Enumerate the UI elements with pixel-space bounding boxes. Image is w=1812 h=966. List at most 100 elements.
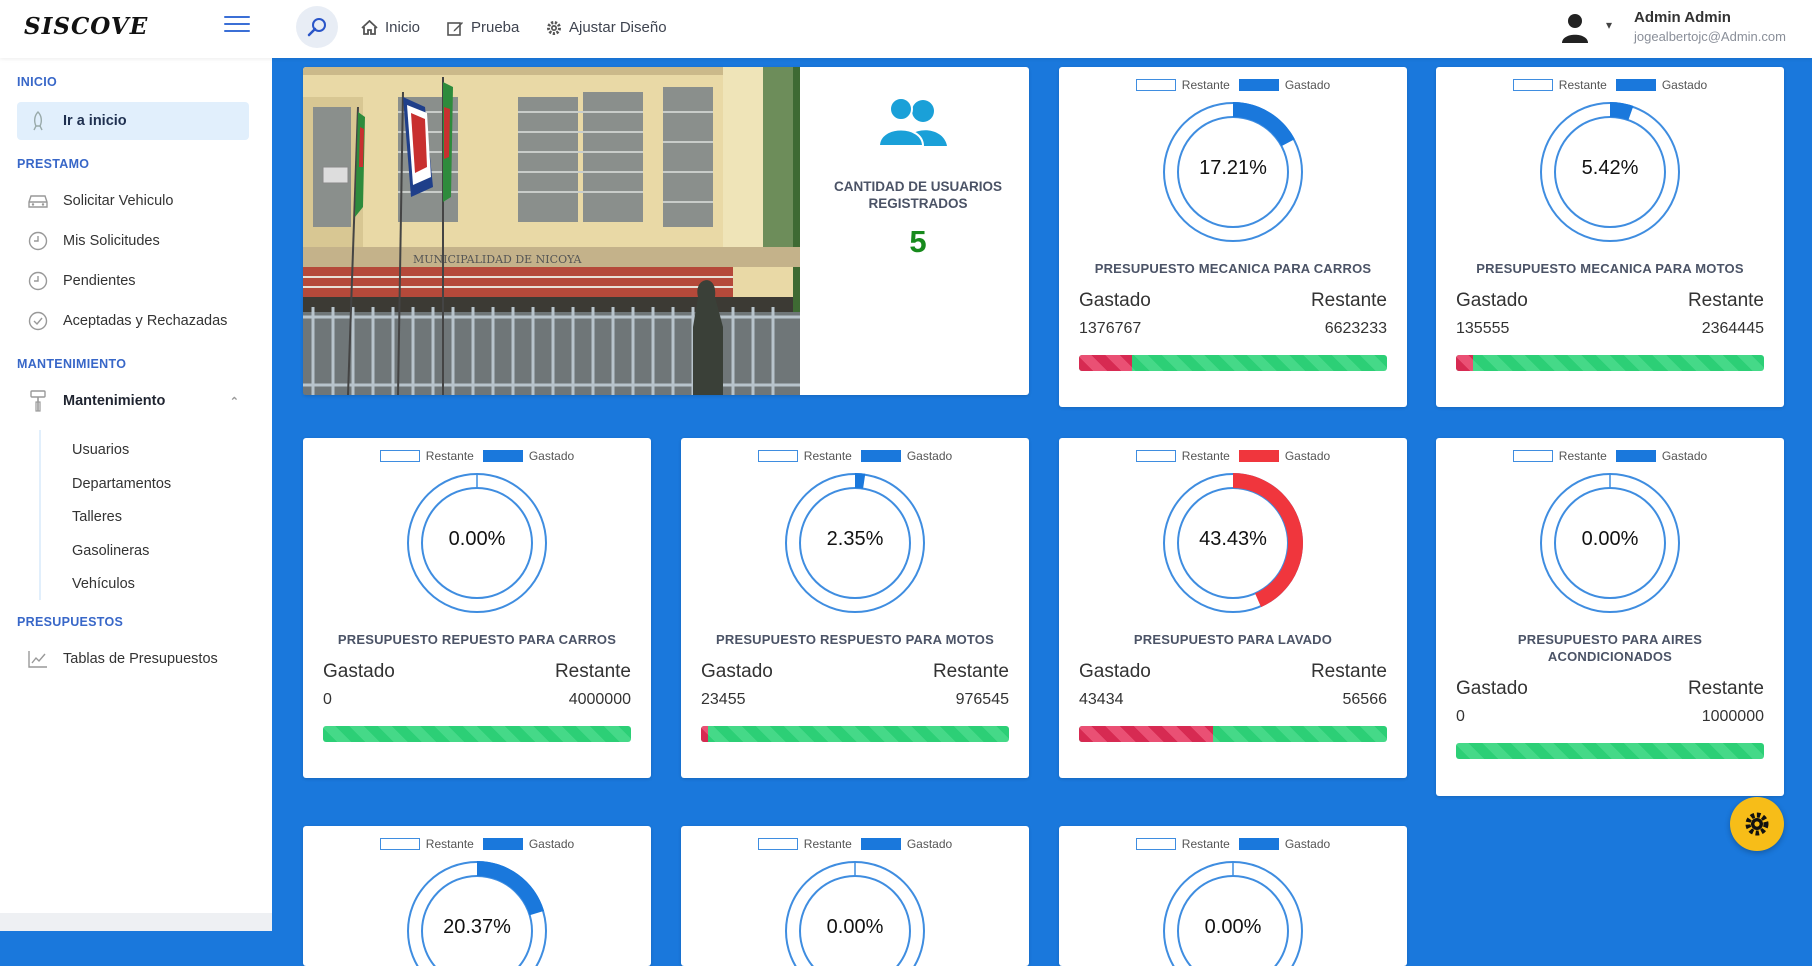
legend-remaining-swatch[interactable] <box>1135 450 1176 462</box>
user-dropdown-chevron-icon[interactable]: ▾ <box>1606 18 1612 32</box>
legend-remaining-label[interactable]: Restante <box>1559 78 1607 92</box>
legend-remaining-label[interactable]: Restante <box>426 449 474 463</box>
sidebar-footer <box>0 913 272 931</box>
budget-progress-bar <box>1456 355 1764 371</box>
legend-remaining-label[interactable]: Restante <box>804 449 852 463</box>
users-icon <box>877 98 947 147</box>
legend-remaining-label[interactable]: Restante <box>1182 837 1230 851</box>
budget-percent: 5.42% <box>1581 157 1639 179</box>
legend-spent-swatch[interactable] <box>1615 79 1656 91</box>
donut-spent-segment[interactable] <box>855 473 866 489</box>
sidebar-subitem-vehiculos[interactable]: Vehículos <box>72 576 135 592</box>
spent-label: Gastado <box>1079 290 1151 311</box>
legend-spent-swatch[interactable] <box>860 838 901 850</box>
remaining-value: 1000000 <box>1701 708 1764 725</box>
legend-remaining-swatch[interactable] <box>1512 450 1553 462</box>
legend-spent-label[interactable]: Gastado <box>1285 449 1330 463</box>
legend-spent-swatch[interactable] <box>860 450 901 462</box>
chevron-up-icon[interactable]: ⌃ <box>230 395 239 408</box>
legend-remaining-swatch[interactable] <box>757 450 798 462</box>
budget-title: PRESUPUESTO PARA LAVADO <box>1133 632 1333 647</box>
legend-spent-swatch[interactable] <box>482 838 523 850</box>
legend-remaining-swatch[interactable] <box>1135 838 1176 850</box>
legend-spent-label[interactable]: Gastado <box>1662 78 1707 92</box>
sidebar-item-label: Solicitar Vehiculo <box>63 193 174 209</box>
legend-spent-swatch[interactable] <box>1615 450 1656 462</box>
spent-value: 23455 <box>701 691 746 708</box>
legend-remaining-swatch[interactable] <box>379 838 420 850</box>
sidebar-subitem-usuarios[interactable]: Usuarios <box>72 442 129 458</box>
check-circle-icon <box>27 310 49 332</box>
remaining-label: Restante <box>1310 661 1387 682</box>
legend-spent-label[interactable]: Gastado <box>1662 449 1707 463</box>
legend-remaining-swatch[interactable] <box>757 838 798 850</box>
legend-spent-label[interactable]: Gastado <box>1285 78 1330 92</box>
legend-spent-label[interactable]: Gastado <box>1285 837 1330 851</box>
legend-spent-label[interactable]: Gastado <box>907 837 952 851</box>
budget-card: Restante Gastado 5.42% PRESUPUESTO MECANICA… <box>1436 67 1784 407</box>
sidebar-item-mis-solicitudes[interactable]: Mis Solicitudes <box>17 222 249 260</box>
legend-remaining-label[interactable]: Restante <box>426 837 474 851</box>
spent-value: 135555 <box>1456 320 1510 337</box>
app-logo[interactable]: SISCOVE <box>24 13 148 40</box>
budget-donut-chart <box>1163 861 1303 966</box>
gear-icon <box>1745 812 1769 836</box>
legend-remaining-label[interactable]: Restante <box>1182 78 1230 92</box>
budget-percent: 17.21% <box>1199 157 1267 179</box>
sidebar-item-solicitar-vehiculo[interactable]: Solicitar Vehiculo <box>17 182 249 220</box>
legend-spent-label[interactable]: Gastado <box>907 449 952 463</box>
menu-toggle-icon[interactable] <box>224 16 250 36</box>
legend-remaining-label[interactable]: Restante <box>1182 449 1230 463</box>
sidebar-item-label: Pendientes <box>63 273 136 289</box>
sidebar-subitem-departamentos[interactable]: Departamentos <box>72 476 171 492</box>
spent-label: Gastado <box>701 661 773 682</box>
sidebar-item-tablas-presupuestos[interactable]: Tablas de Presupuestos <box>17 640 249 678</box>
legend-remaining-label[interactable]: Restante <box>1559 449 1607 463</box>
budget-card: Restante Gastado 0.00% PRESUPUESTO PARA AIR… <box>1436 438 1784 796</box>
nav-home[interactable]: Inicio <box>361 19 420 36</box>
budget-title: PRESUPUESTO MECANICA PARA MOTOS <box>1476 261 1744 276</box>
legend-spent-swatch[interactable] <box>1238 79 1279 91</box>
spent-value: 43434 <box>1079 691 1124 708</box>
budget-percent: 20.37% <box>443 916 511 938</box>
clock-icon <box>27 270 49 292</box>
chart-legend: Restante Gastado <box>681 837 1029 851</box>
legend-spent-swatch[interactable] <box>1238 450 1279 462</box>
spent-label: Gastado <box>1456 290 1528 311</box>
budget-card: Restante Gastado 0.00% <box>681 826 1029 966</box>
budget-percent: 2.35% <box>826 528 884 550</box>
nav-test[interactable]: Prueba <box>447 19 519 36</box>
sidebar-subitem-talleres[interactable]: Talleres <box>72 509 122 525</box>
legend-remaining-label[interactable]: Restante <box>804 837 852 851</box>
nav-design[interactable]: Ajustar Diseño <box>546 19 667 36</box>
search-button[interactable] <box>296 6 338 48</box>
sidebar-item-ir-inicio[interactable]: Ir a inicio <box>17 102 249 140</box>
settings-button[interactable] <box>1730 797 1784 851</box>
spent-value: 1376767 <box>1079 320 1142 337</box>
paint-roller-icon <box>27 390 49 412</box>
legend-remaining-swatch[interactable] <box>1512 79 1553 91</box>
clock-icon <box>27 230 49 252</box>
legend-remaining-swatch[interactable] <box>1135 79 1176 91</box>
legend-remaining-swatch[interactable] <box>379 450 420 462</box>
sidebar-item-mantenimiento[interactable]: Mantenimiento ⌃ <box>17 382 249 420</box>
remaining-label: Restante <box>1687 290 1764 311</box>
avatar[interactable] <box>1558 10 1592 44</box>
legend-spent-label[interactable]: Gastado <box>529 837 574 851</box>
sidebar-item-aceptadas-rechazadas[interactable]: Aceptadas y Rechazadas <box>17 302 249 340</box>
budget-title: PRESUPUESTO REPUESTO PARA CARROS <box>337 632 617 647</box>
legend-spent-swatch[interactable] <box>1238 838 1279 850</box>
budget-progress-bar <box>1079 726 1387 742</box>
section-presupuestos: PRESUPUESTOS <box>17 615 124 629</box>
budget-percent: 0.00% <box>1204 916 1262 938</box>
legend-spent-label[interactable]: Gastado <box>529 449 574 463</box>
legend-spent-swatch[interactable] <box>482 450 523 462</box>
donut-spent-segment[interactable] <box>1233 102 1295 147</box>
chart-legend: Restante Gastado <box>1436 449 1784 463</box>
section-mantenimiento: MANTENIMIENTO <box>17 357 127 371</box>
chart-legend: Restante Gastado <box>303 449 651 463</box>
budget-percent: 0.00% <box>1581 528 1639 550</box>
sidebar-subitem-gasolineras[interactable]: Gasolineras <box>72 543 149 559</box>
nav-home-label: Inicio <box>385 19 421 36</box>
sidebar-item-pendientes[interactable]: Pendientes <box>17 262 249 300</box>
